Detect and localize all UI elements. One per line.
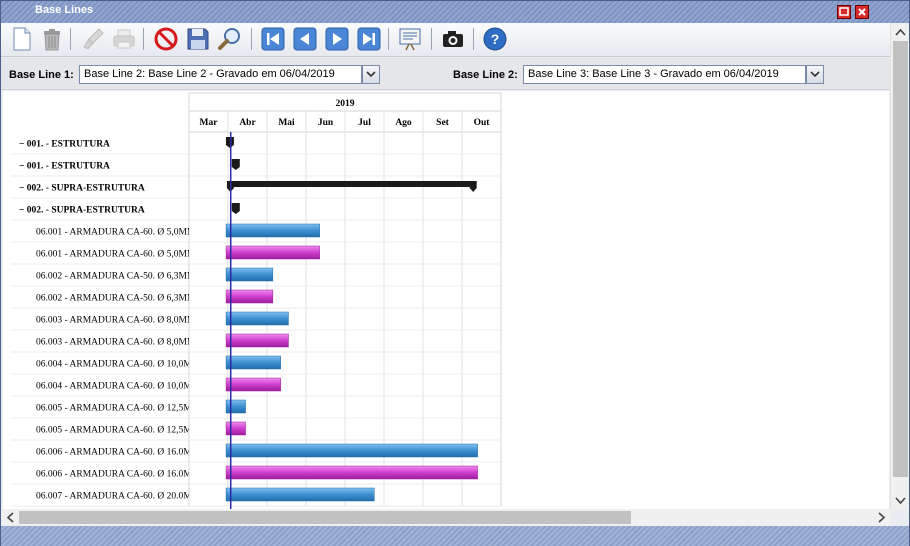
gantt-svg: 2019 Mar Abr Mai Jun Jul Ago Set Out − 001. - EST…: [11, 92, 502, 509]
print-icon[interactable]: [111, 26, 137, 52]
group-row-label[interactable]: − 002. - SUPRA-ESTRUTURA: [19, 206, 145, 216]
milestone-marker[interactable]: [225, 137, 234, 148]
horizontal-scroll-thumb[interactable]: [19, 511, 631, 524]
task-row-label[interactable]: 06.003 - ARMADURA CA-60. Ø 8,0MM: [36, 316, 196, 326]
task-bar-baseline-1[interactable]: [225, 399, 246, 414]
save-icon[interactable]: [185, 26, 211, 52]
gantt-area: 2019 Mar Abr Mai Jun Jul Ago Set Out − 001. - EST…: [3, 91, 889, 509]
task-bar-baseline-2[interactable]: [225, 333, 289, 348]
task-bar-baseline-2[interactable]: [225, 421, 246, 436]
group-row-label[interactable]: − 001. - ESTRUTURA: [19, 162, 110, 172]
status-bar: [1, 526, 909, 546]
task-row-label[interactable]: 06.002 - ARMADURA CA-50. Ø 6,3MM: [36, 272, 196, 282]
toolbar-separator: [431, 28, 432, 50]
scroll-left-icon[interactable]: [3, 509, 19, 526]
task-bar-baseline-2[interactable]: [225, 289, 274, 304]
report-icon[interactable]: [397, 26, 423, 52]
task-bar-baseline-2[interactable]: [225, 245, 320, 260]
base-lines-window: Base Lines ? Base Line 1: Base Line 2: B…: [0, 0, 910, 546]
previous-icon[interactable]: [292, 26, 318, 52]
month-label: Out: [474, 118, 491, 128]
toolbar-separator: [70, 28, 71, 50]
last-icon[interactable]: [356, 26, 382, 52]
camera-icon[interactable]: [440, 26, 466, 52]
task-bar-baseline-1[interactable]: [225, 223, 320, 238]
task-bar-baseline-2[interactable]: [225, 377, 281, 392]
task-row-label[interactable]: 06.002 - ARMADURA CA-50. Ø 6,3MM: [36, 294, 196, 304]
milestone-marker[interactable]: [231, 203, 240, 214]
month-label: Ago: [395, 118, 412, 128]
task-row-label[interactable]: 06.006 - ARMADURA CA-60. Ø 16.0MM: [36, 470, 201, 480]
maximize-button[interactable]: [837, 5, 851, 19]
chevron-down-icon: [810, 71, 820, 78]
horizontal-scrollbar[interactable]: [1, 509, 891, 526]
baseline-1-dropdown-button[interactable]: [362, 65, 380, 84]
trash-icon[interactable]: [39, 26, 65, 52]
toolbar-separator: [251, 28, 252, 50]
month-label: Jun: [318, 118, 334, 128]
task-row-label[interactable]: 06.004 - ARMADURA CA-60. Ø 10,0MM: [36, 360, 201, 370]
month-label: Abr: [239, 118, 256, 128]
summary-end-cap: [469, 181, 477, 192]
toolbar-separator: [388, 28, 389, 50]
baseline-2-select[interactable]: Base Line 3: Base Line 3 - Gravado em 06…: [523, 65, 806, 84]
vertical-scroll-thumb[interactable]: [893, 41, 908, 477]
baseline-2-dropdown-button[interactable]: [806, 65, 824, 84]
task-row-label[interactable]: 06.001 - ARMADURA CA-60. Ø 5,0MM: [36, 228, 196, 238]
toolbar-separator: [473, 28, 474, 50]
maximize-icon: [839, 7, 849, 16]
month-label: Mar: [200, 118, 219, 128]
task-row-label[interactable]: 06.005 - ARMADURA CA-60. Ø 12,5MM: [36, 404, 201, 414]
baseline-selector-row: Base Line 1: Base Line 2: Base Line 2 - …: [1, 58, 891, 90]
group-row-label[interactable]: − 001. - ESTRUTURA: [19, 140, 110, 150]
task-bar-baseline-1[interactable]: [225, 267, 274, 282]
baseline-1-select[interactable]: Base Line 2: Base Line 2 - Gravado em 06…: [79, 65, 362, 84]
gantt-chart: 2019 Mar Abr Mai Jun Jul Ago Set Out − 001. - EST…: [3, 91, 889, 509]
scroll-right-icon[interactable]: [873, 509, 889, 526]
group-row-label[interactable]: − 002. - SUPRA-ESTRUTURA: [19, 184, 145, 194]
task-bar-baseline-1[interactable]: [225, 487, 375, 502]
chevron-down-icon: [366, 71, 376, 78]
window-title: Base Lines: [35, 4, 94, 16]
new-document-icon[interactable]: [9, 26, 35, 52]
task-bar-baseline-1[interactable]: [225, 311, 289, 326]
close-button[interactable]: [855, 5, 869, 19]
task-row-label[interactable]: 06.006 - ARMADURA CA-60. Ø 16.0MM: [36, 448, 201, 458]
baseline-2-label: Base Line 2:: [453, 69, 518, 81]
scroll-down-icon[interactable]: [891, 492, 910, 508]
help-icon[interactable]: ?: [482, 26, 508, 52]
brush-icon[interactable]: [81, 26, 107, 52]
task-row-label[interactable]: 06.003 - ARMADURA CA-60. Ø 8,0MM: [36, 338, 196, 348]
task-row-label[interactable]: 06.005 - ARMADURA CA-60. Ø 12,5MM: [36, 426, 201, 436]
task-bar-baseline-1[interactable]: [225, 355, 281, 370]
summary-bar[interactable]: [227, 181, 476, 187]
cancel-icon[interactable]: [153, 26, 179, 52]
month-label: Jul: [358, 118, 371, 128]
month-label: Mai: [278, 118, 295, 128]
task-row-label[interactable]: 06.004 - ARMADURA CA-60. Ø 10,0MM: [36, 382, 201, 392]
year-label: 2019: [336, 99, 355, 109]
toolbar: ?: [1, 23, 909, 57]
first-icon[interactable]: [260, 26, 286, 52]
task-bar-baseline-1[interactable]: [225, 443, 478, 458]
task-row-label[interactable]: 06.007 - ARMADURA CA-60. Ø 20.0MM: [36, 492, 201, 502]
task-bar-baseline-2[interactable]: [225, 465, 478, 480]
baseline-1-label: Base Line 1:: [9, 69, 74, 81]
title-bar[interactable]: Base Lines: [1, 1, 909, 23]
next-icon[interactable]: [324, 26, 350, 52]
search-icon[interactable]: [217, 26, 243, 52]
task-row-label[interactable]: 06.001 - ARMADURA CA-60. Ø 5,0MM: [36, 250, 196, 260]
milestone-marker[interactable]: [231, 159, 240, 170]
month-label: Set: [436, 118, 450, 128]
toolbar-separator: [143, 28, 144, 50]
svg-text:?: ?: [491, 31, 500, 47]
scroll-up-icon[interactable]: [891, 25, 910, 41]
close-icon: [858, 8, 866, 16]
vertical-scrollbar[interactable]: [890, 23, 909, 510]
